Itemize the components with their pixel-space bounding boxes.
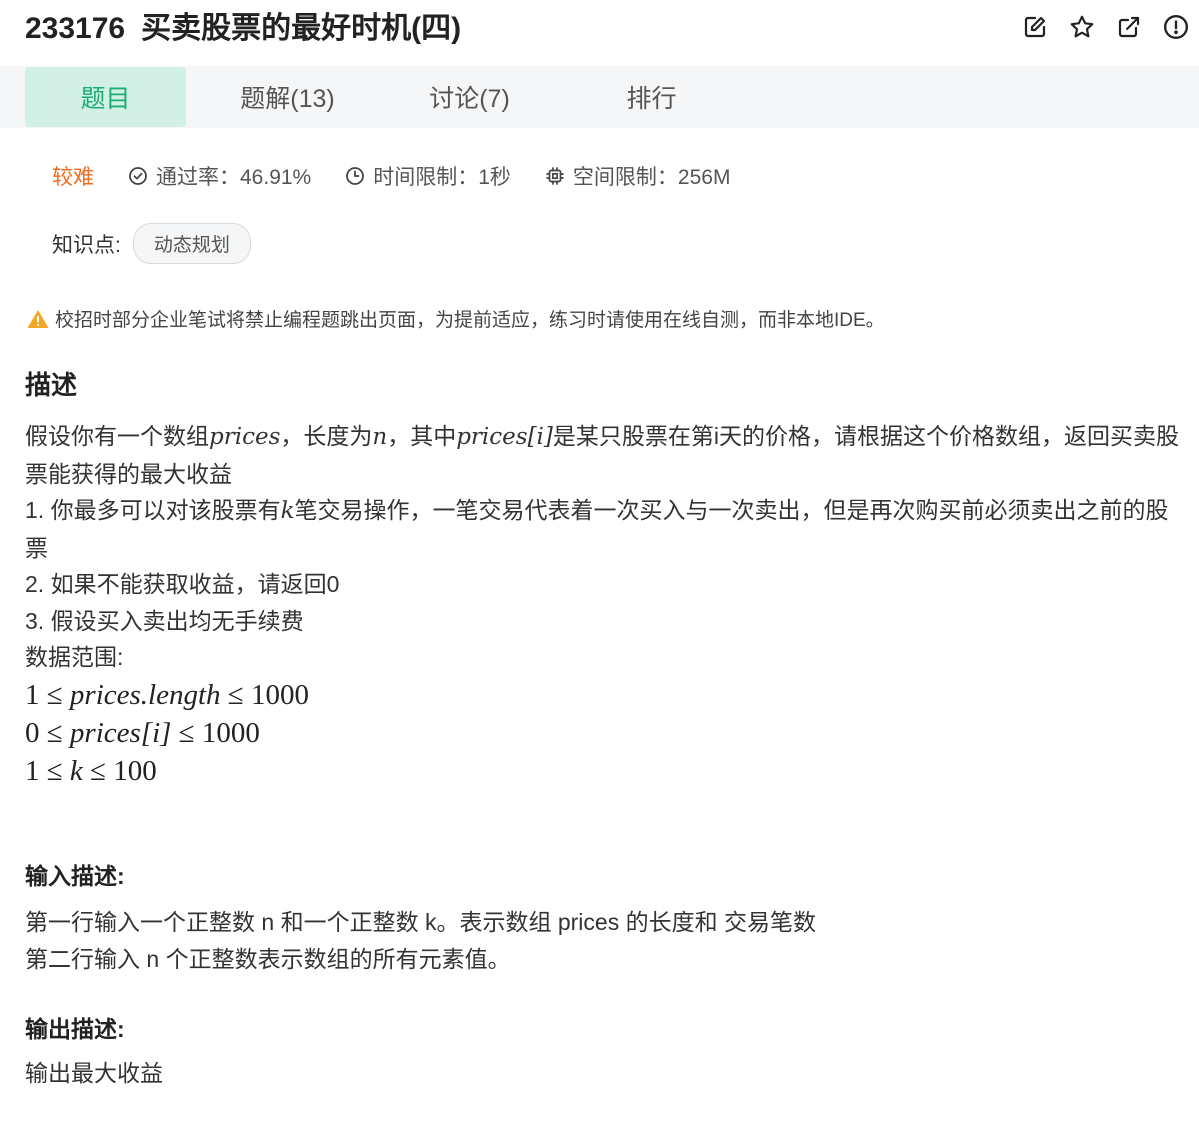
desc-text: ，其中: [387, 423, 457, 449]
math-var: k: [280, 498, 295, 524]
tab-ranking[interactable]: 排行: [571, 67, 732, 127]
description-heading: 描述: [25, 370, 78, 400]
problem-page: 233176 买卖股票的最好时机(四) 题目 题解(13) 讨论(7) 排行 较…: [0, 0, 1199, 1139]
input-heading: 输入描述:: [25, 863, 125, 889]
output-description: 输出最大收益: [25, 1055, 163, 1092]
edit-icon[interactable]: [1021, 13, 1048, 40]
star-icon[interactable]: [1068, 13, 1095, 40]
time-limit-text: 时间限制：1秒: [373, 166, 511, 189]
tab-bar: 题目 题解(13) 讨论(7) 排行: [0, 66, 1199, 128]
input-line: 第二行输入 n 个正整数表示数组的所有元素值。: [25, 946, 511, 972]
math-var: prices[i]: [456, 424, 553, 450]
range-expr: k: [69, 754, 83, 787]
desc-text: 假设你有一个数组: [25, 423, 209, 449]
description-p4: 3. 假设买入卖出均无手续费: [25, 607, 304, 634]
memory-limit: 空间限制：256M: [545, 161, 731, 191]
description-p3: 2. 如果不能获取收益，请返回0: [25, 571, 340, 597]
range-lo: 0: [25, 716, 40, 749]
math-var: prices: [209, 424, 281, 450]
time-limit: 时间限制：1秒: [345, 161, 511, 191]
chip-icon: [546, 167, 564, 185]
difficulty-badge: 较难: [52, 166, 94, 189]
math-var: n: [372, 424, 388, 450]
output-heading: 输出描述:: [25, 1016, 125, 1042]
tab-discussion[interactable]: 讨论(7): [389, 67, 550, 127]
warning-text: 校招时部分企业笔试将禁止编程题跳出页面，为提前适应，练习时请使用在线自测，而非本…: [55, 310, 885, 331]
knowledge-tag[interactable]: 动态规划: [132, 223, 251, 264]
warning-notice: 校招时部分企业笔试将禁止编程题跳出页面，为提前适应，练习时请使用在线自测，而非本…: [27, 305, 885, 332]
range-line: 0 ≤ prices[i] ≤ 1000: [25, 716, 260, 749]
report-icon[interactable]: [1162, 13, 1189, 40]
range-lo: 1: [25, 754, 40, 787]
description-body: 假设你有一个数组prices，长度为n，其中prices[i]是某只股票在第i天…: [25, 418, 1180, 790]
problem-id: 233176: [25, 12, 126, 45]
output-line: 输出最大收益: [25, 1060, 163, 1086]
page-title: 233176 买卖股票的最好时机(四): [25, 10, 461, 48]
range-expr: prices.length: [69, 678, 221, 711]
range-line: 1 ≤ prices.length ≤ 1000: [25, 678, 309, 711]
memory-limit-text: 空间限制：256M: [572, 166, 731, 189]
pass-rate-text: 通过率：46.91%: [156, 166, 312, 189]
header-actions: [1021, 13, 1189, 40]
range-hi: 1000: [201, 716, 260, 749]
problem-title: 买卖股票的最好时机(四): [141, 12, 462, 45]
range-lo: 1: [25, 678, 40, 711]
clock-icon: [346, 167, 365, 185]
description-p2: 1. 你最多可以对该股票有k笔交易操作，一笔交易代表着一次买入与一次卖出，但是再…: [25, 492, 1180, 566]
input-line: 第一行输入一个正整数 n 和一个正整数 k。表示数组 prices 的长度和 交…: [25, 909, 816, 935]
range-label: 数据范围:: [25, 644, 124, 670]
description-p1: 假设你有一个数组prices，长度为n，其中prices[i]是某只股票在第i天…: [25, 418, 1180, 492]
warning-icon: [27, 309, 49, 328]
input-description: 第一行输入一个正整数 n 和一个正整数 k。表示数组 prices 的长度和 交…: [25, 904, 816, 978]
range-line: 1 ≤ k ≤ 100: [25, 754, 157, 787]
share-icon[interactable]: [1115, 13, 1142, 40]
range-hi: 1000: [250, 678, 309, 711]
desc-text: 1. 你最多可以对该股票有: [25, 497, 281, 523]
tab-solutions[interactable]: 题解(13): [207, 67, 368, 127]
check-circle-icon: [129, 167, 147, 185]
pass-rate: 通过率：46.91%: [128, 161, 311, 191]
knowledge-label: 知识点:: [52, 233, 121, 257]
problem-meta: 较难 通过率：46.91% 时间限制：1秒 空间限制：256M: [52, 160, 764, 192]
range-expr: prices[i]: [69, 716, 172, 749]
range-hi: 100: [113, 754, 157, 787]
header: 233176 买卖股票的最好时机(四): [0, 0, 1199, 62]
knowledge-points: 知识点: 动态规划: [52, 223, 251, 264]
desc-text: ，长度为: [280, 423, 373, 449]
tab-problem[interactable]: 题目: [25, 67, 186, 127]
